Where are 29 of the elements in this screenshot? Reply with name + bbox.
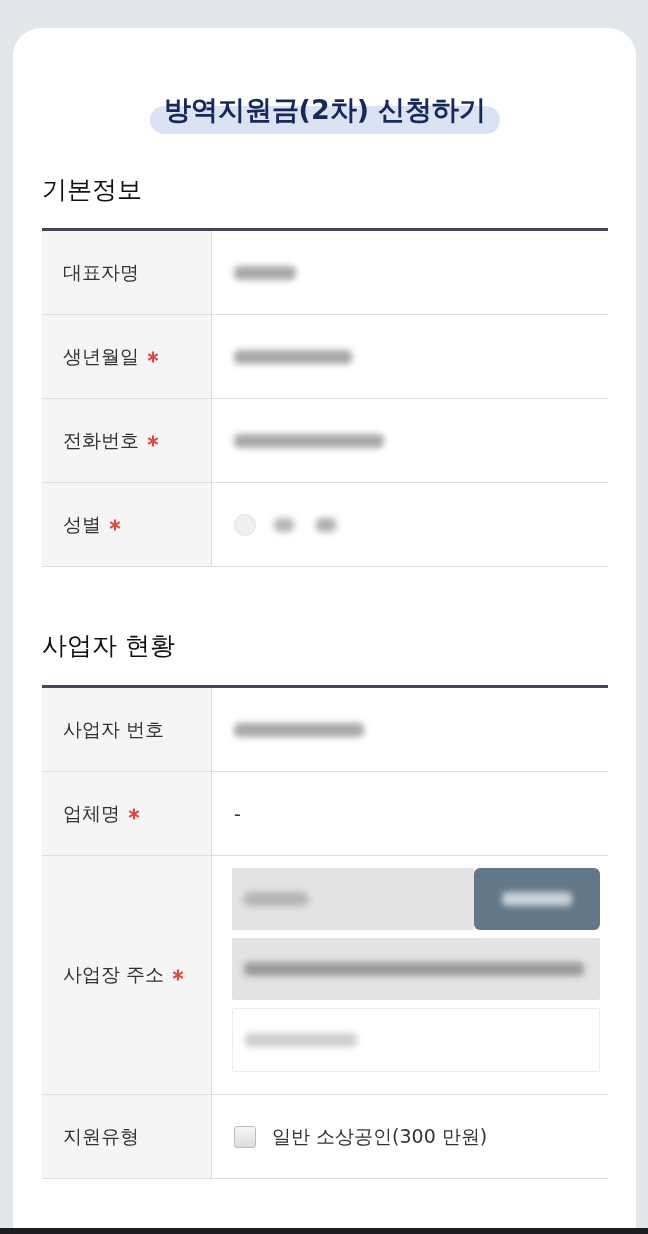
input-field[interactable] (232, 1008, 600, 1072)
blurred-text (502, 892, 572, 906)
asterisk-icon (128, 807, 140, 820)
asterisk-icon (109, 518, 121, 531)
page-title: 방역지원금(2차) 신청하기 (149, 90, 501, 134)
field-label: 업체명 (63, 800, 120, 826)
field-label: 전화번호 (63, 427, 139, 453)
option-label: 일반 소상공인(300 만원) (272, 1123, 488, 1149)
blurred-text (274, 517, 294, 532)
blurred-text (316, 517, 336, 532)
asterisk-icon (147, 350, 159, 363)
section-heading: 기본정보 (42, 174, 143, 206)
input-field[interactable] (232, 938, 600, 1000)
checkbox[interactable] (234, 1125, 256, 1148)
field-label: 지원유형 (63, 1123, 139, 1149)
blurred-text (244, 892, 308, 906)
section-heading: 사업자 현황 (42, 630, 176, 662)
action-button[interactable] (474, 868, 600, 930)
asterisk-icon (147, 434, 159, 447)
blurred-text (234, 265, 296, 280)
field-label: 사업자 번호 (63, 716, 165, 742)
field-label: 생년월일 (63, 343, 139, 369)
input-field[interactable] (232, 868, 474, 930)
field-label: 사업장 주소 (63, 962, 165, 987)
field-label: 대표자명 (63, 259, 139, 285)
asterisk-icon (172, 969, 185, 981)
value-text: - (234, 802, 241, 825)
radio-button[interactable] (234, 513, 256, 536)
field-label: 성별 (63, 511, 101, 537)
